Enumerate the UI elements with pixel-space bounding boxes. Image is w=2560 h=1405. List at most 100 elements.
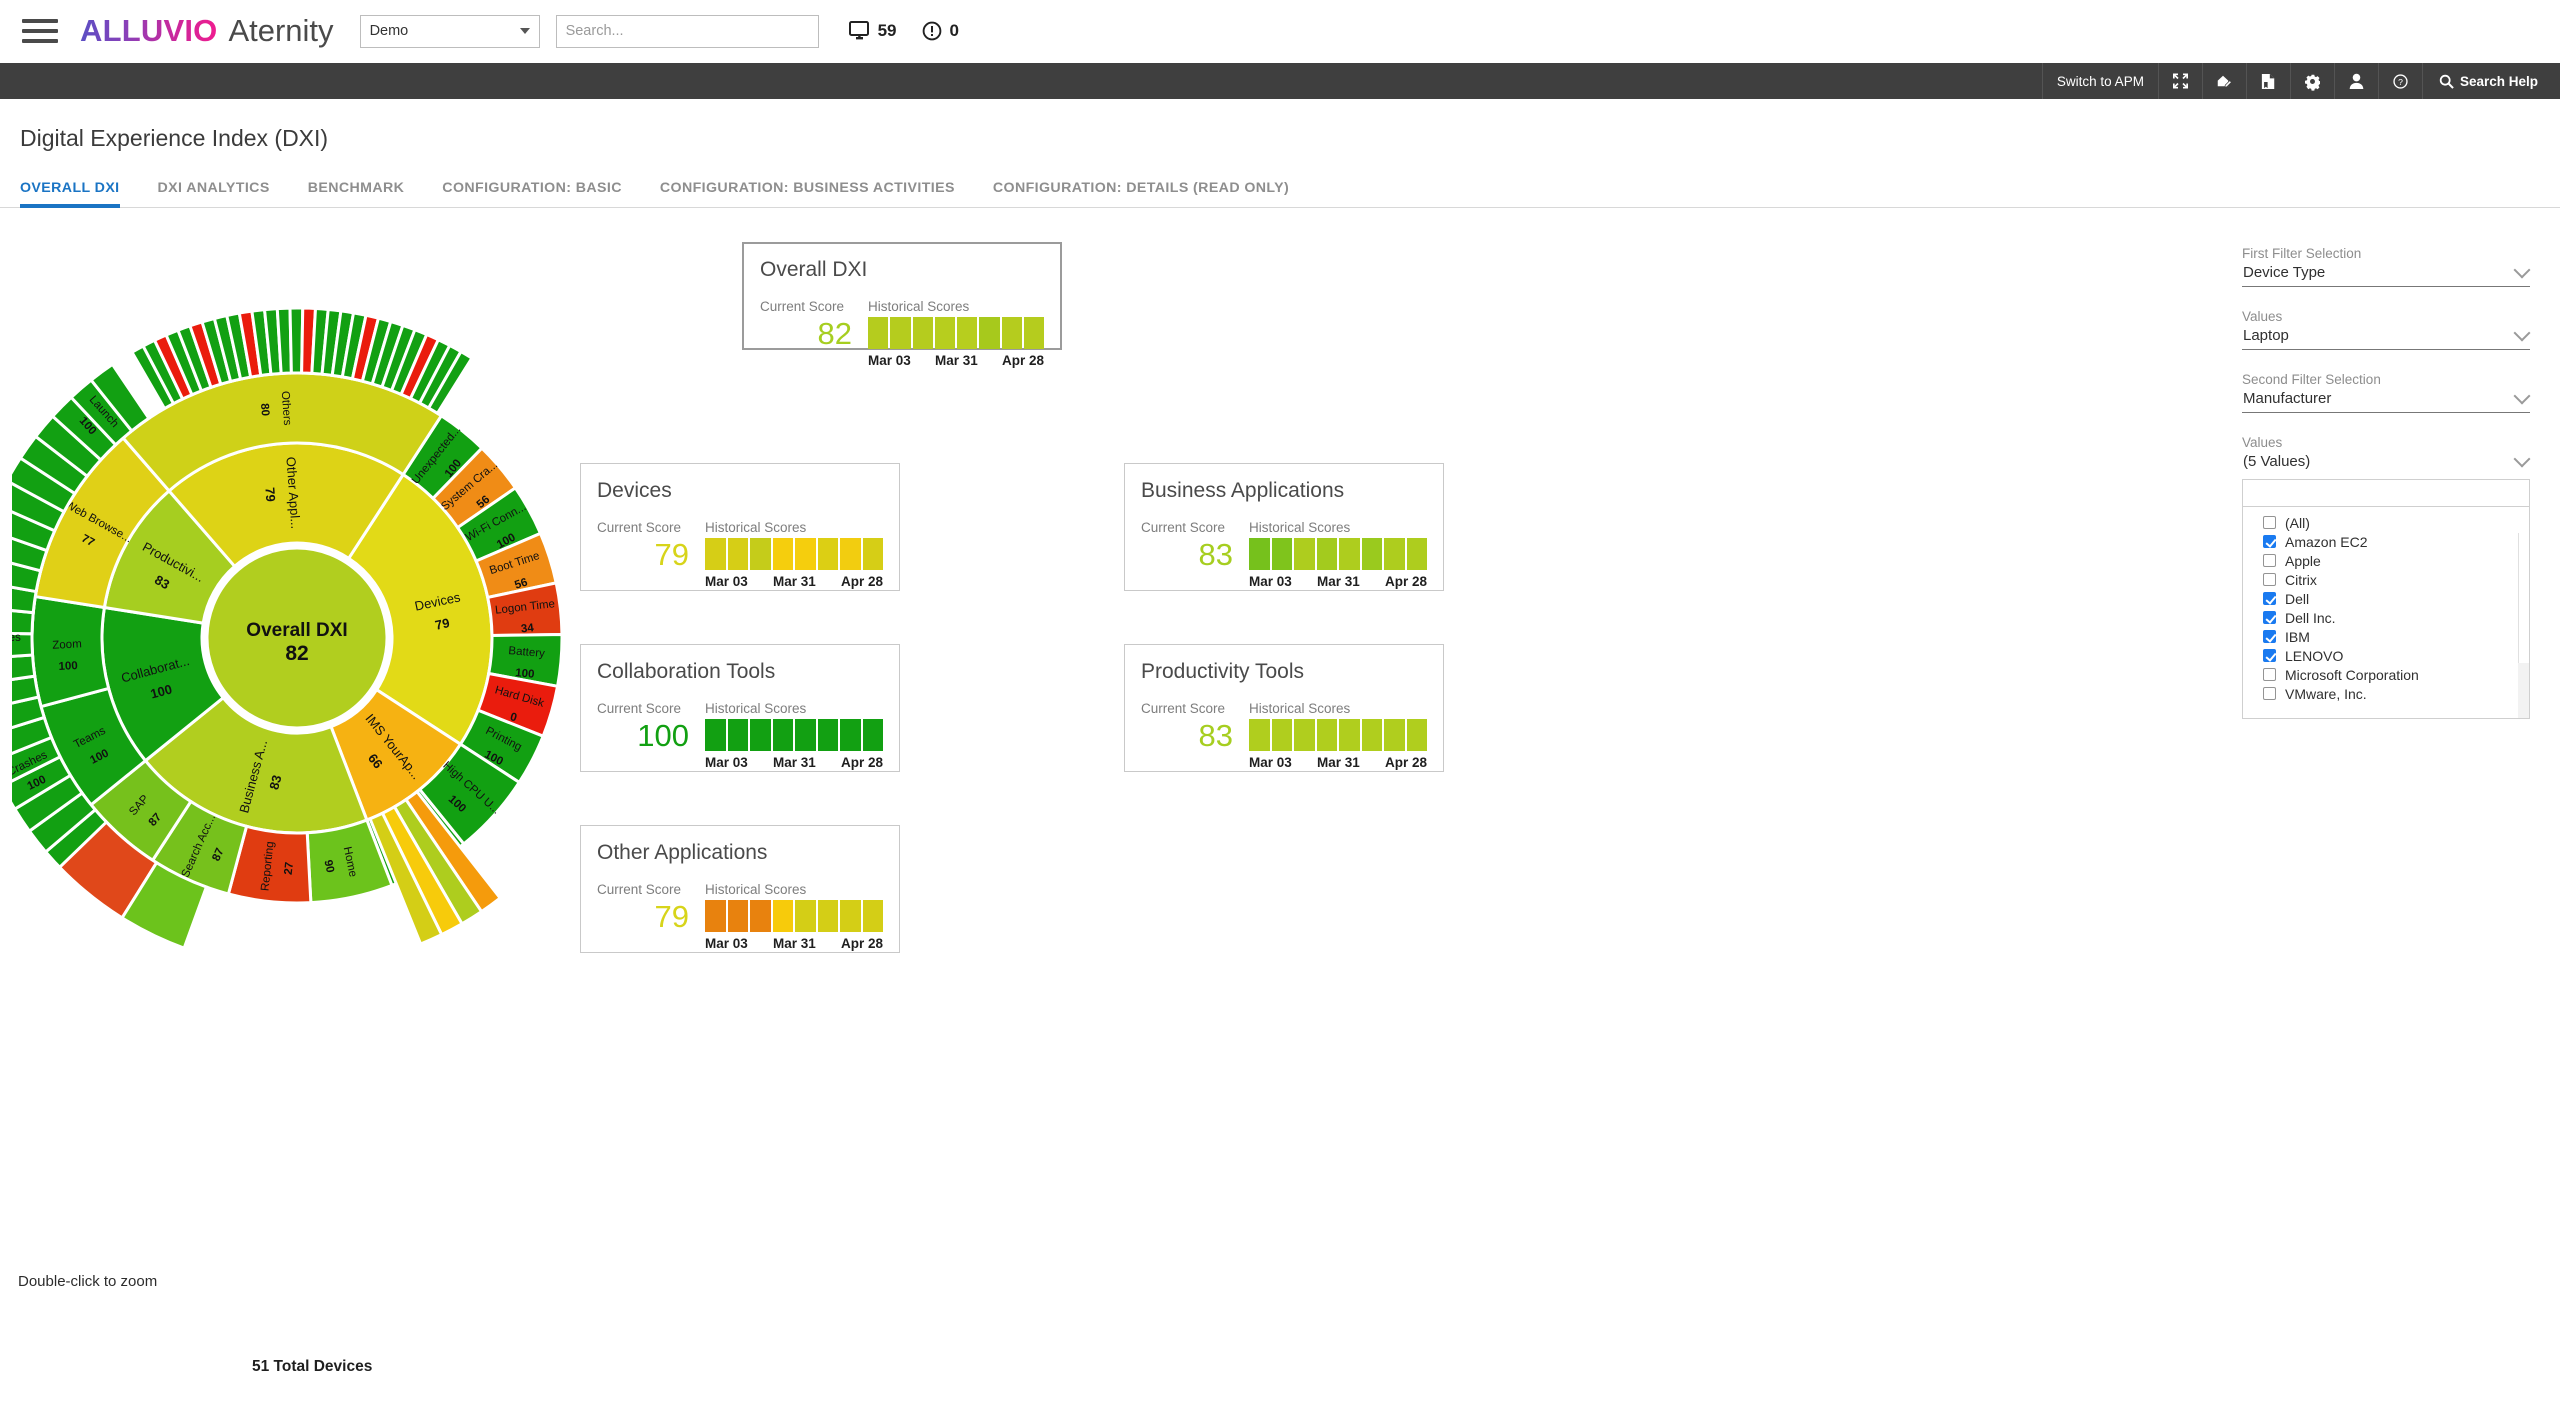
tab-benchmark[interactable]: BENCHMARK [289,180,424,207]
filter-option-2[interactable]: Apple [2243,551,2529,570]
checkbox-icon[interactable] [2263,592,2276,605]
history-bar-2[interactable] [1272,719,1293,751]
tab-configuration-basic[interactable]: CONFIGURATION: BASIC [423,180,641,207]
history-bar-2[interactable] [890,317,910,349]
card-devices[interactable]: Devices Current Score Historical Scores … [580,463,900,591]
card-overall-dxi[interactable]: Overall DXI Current Score Historical Sco… [742,242,1062,350]
history-bar-7[interactable] [840,900,861,932]
history-bar-5[interactable] [795,900,816,932]
history-bar-4[interactable] [773,538,794,570]
filter-search-input[interactable] [2242,479,2530,507]
history-bar-6[interactable] [1362,719,1383,751]
first-values-select[interactable]: Laptop [2242,327,2530,350]
alerts-stat[interactable]: 0 [922,21,958,41]
history-bar-7[interactable] [840,719,861,751]
history-bar-3[interactable] [750,900,771,932]
history-bar-3[interactable] [750,538,771,570]
history-bar-3[interactable] [750,719,771,751]
history-bar-8[interactable] [863,538,884,570]
hamburger-icon[interactable] [22,16,60,46]
history-bar-4[interactable] [773,900,794,932]
checkbox-icon[interactable] [2263,611,2276,624]
first-filter-select[interactable]: Device Type [2242,264,2530,287]
history-bar-5[interactable] [795,719,816,751]
switch-to-apm-button[interactable]: Switch to APM [2042,63,2158,99]
history-bar-5[interactable] [1339,538,1360,570]
history-bar-3[interactable] [913,317,933,349]
sunburst-ring2-15[interactable] [32,597,109,707]
history-bar-1[interactable] [868,317,888,349]
gear-icon[interactable] [2290,63,2334,99]
history-bar-4[interactable] [1317,538,1338,570]
filter-list-scrollbar[interactable] [2518,533,2529,719]
filter-option-6[interactable]: IBM [2243,627,2529,646]
history-bar-8[interactable] [1407,719,1428,751]
tab-overall-dxi[interactable]: OVERALL DXI [20,180,139,207]
history-bar-7[interactable] [1384,538,1405,570]
scrollbar-thumb[interactable] [2518,533,2529,663]
history-bar-1[interactable] [705,719,726,751]
filter-option-7[interactable]: LENOVO [2243,646,2529,665]
history-bar-3[interactable] [1294,538,1315,570]
history-bar-7[interactable] [1384,719,1405,751]
search-input[interactable]: Search... [556,15,819,48]
history-bar-2[interactable] [728,900,749,932]
second-values-select[interactable]: (5 Values) [2242,453,2530,475]
history-bar-8[interactable] [863,900,884,932]
card-collaboration-tools[interactable]: Collaboration Tools Current Score Histor… [580,644,900,772]
history-bar-2[interactable] [1272,538,1293,570]
filter-option-0[interactable]: (All) [2243,513,2529,532]
history-bar-8[interactable] [1024,317,1044,349]
filter-option-4[interactable]: Dell [2243,589,2529,608]
history-bar-5[interactable] [795,538,816,570]
card-productivity-tools[interactable]: Productivity Tools Current Score Histori… [1124,644,1444,772]
tab-configuration-details[interactable]: CONFIGURATION: DETAILS (READ ONLY) [974,180,1308,207]
expand-icon[interactable] [2158,63,2202,99]
filter-option-3[interactable]: Citrix [2243,570,2529,589]
tab-dxi-analytics[interactable]: DXI ANALYTICS [139,180,289,207]
checkbox-icon[interactable] [2263,668,2276,681]
history-bar-2[interactable] [728,538,749,570]
filter-option-9[interactable]: VMware, Inc. [2243,684,2529,703]
history-bar-6[interactable] [818,900,839,932]
checkbox-icon[interactable] [2263,687,2276,700]
history-bar-1[interactable] [705,900,726,932]
history-bar-4[interactable] [935,317,955,349]
filter-option-5[interactable]: Dell Inc. [2243,608,2529,627]
user-icon[interactable] [2334,63,2378,99]
history-bar-2[interactable] [728,719,749,751]
environment-select[interactable]: Demo [360,15,540,48]
filter-option-1[interactable]: Amazon EC2 [2243,532,2529,551]
history-bar-6[interactable] [818,719,839,751]
filter-option-list[interactable]: (All)Amazon EC2AppleCitrixDellDell Inc.I… [2242,507,2530,719]
home-edit-icon[interactable] [2202,63,2246,99]
history-bar-6[interactable] [1362,538,1383,570]
report-icon[interactable] [2246,63,2290,99]
history-bar-1[interactable] [1249,538,1270,570]
checkbox-icon[interactable] [2263,630,2276,643]
checkbox-icon[interactable] [2263,649,2276,662]
checkbox-icon[interactable] [2263,573,2276,586]
card-other-applications[interactable]: Other Applications Current Score Histori… [580,825,900,953]
history-bar-6[interactable] [818,538,839,570]
second-filter-select[interactable]: Manufacturer [2242,390,2530,413]
history-bar-1[interactable] [705,538,726,570]
history-bar-4[interactable] [773,719,794,751]
checkbox-icon[interactable] [2263,535,2276,548]
history-bar-8[interactable] [1407,538,1428,570]
help-icon[interactable]: ? [2378,63,2422,99]
history-bar-6[interactable] [979,317,999,349]
history-bar-4[interactable] [1317,719,1338,751]
history-bar-3[interactable] [1294,719,1315,751]
search-help-button[interactable]: Search Help [2422,63,2560,99]
history-bar-7[interactable] [1002,317,1022,349]
history-bar-8[interactable] [863,719,884,751]
tab-configuration-business-activities[interactable]: CONFIGURATION: BUSINESS ACTIVITIES [641,180,974,207]
filter-option-8[interactable]: Microsoft Corporation [2243,665,2529,684]
checkbox-icon[interactable] [2263,554,2276,567]
checkbox-icon[interactable] [2263,516,2276,529]
history-bar-5[interactable] [957,317,977,349]
history-bar-1[interactable] [1249,719,1270,751]
history-bar-5[interactable] [1339,719,1360,751]
history-bar-7[interactable] [840,538,861,570]
